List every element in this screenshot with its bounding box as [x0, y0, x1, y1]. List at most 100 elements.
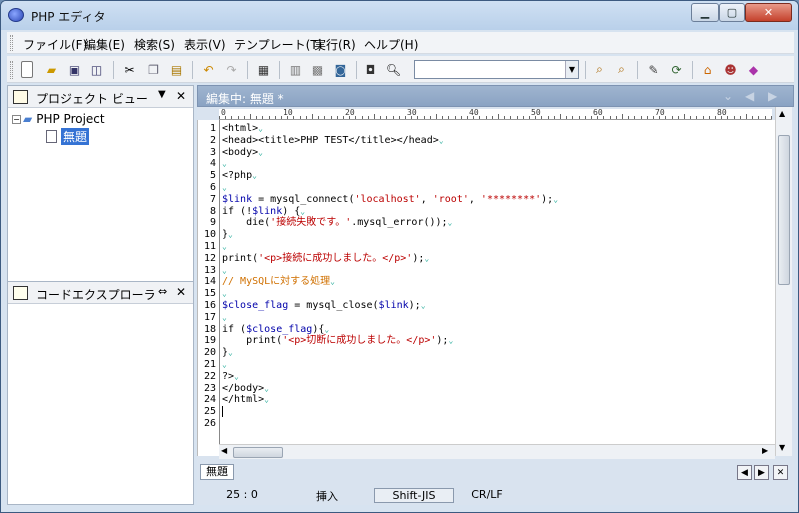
ruler-tick	[597, 116, 599, 119]
code-line: print('<p>切断に成功しました。</p>');⌄	[222, 335, 453, 347]
tree-file[interactable]: 無題	[46, 128, 90, 145]
menu-bar: ファイル(F) 編集(E) 検索(S) 表示(V) テンプレート(T) 実行(R…	[7, 32, 794, 54]
code-line: $link = mysql_connect('localhost', 'root…	[222, 194, 558, 206]
undo-icon[interactable]: ↶	[200, 61, 217, 78]
code-explorer-close-button[interactable]: ✕	[176, 285, 186, 299]
newline-marker-icon: ⌄	[420, 301, 426, 310]
menu-view[interactable]: 表示(V)	[184, 36, 226, 53]
maximize-button[interactable]: ▢	[719, 3, 745, 22]
ruler-tick	[764, 116, 766, 119]
tree-root[interactable]: − ▰ PHP Project	[12, 112, 105, 126]
code-line: <head><title>PHP TEST</title></head>⌄	[222, 135, 444, 147]
new-file-icon[interactable]	[21, 61, 33, 78]
project-view-close-button[interactable]: ✕	[176, 89, 186, 103]
ruler-tick	[529, 116, 530, 119]
edit-note-icon[interactable]: ✎	[645, 61, 662, 78]
home-icon[interactable]: ⌂	[699, 61, 716, 78]
run-icon[interactable]: ◙	[332, 61, 349, 78]
search-dropdown-arrow[interactable]: ▼	[565, 61, 578, 78]
menu-run[interactable]: 実行(R)	[314, 36, 356, 53]
scroll-right-icon[interactable]: ▶	[762, 446, 768, 455]
close-button[interactable]: ✕	[745, 3, 792, 22]
toolbar-separator	[113, 61, 114, 79]
project-view-header: プロジェクト ビュー ▼ ✕	[8, 86, 193, 108]
code-editor[interactable]: 1 2 3 4 5 6 7 8 9 10 11 12 13 14 15 16 17 18 19 20 21 22 23 24 2…	[197, 120, 775, 456]
horizontal-scrollbar[interactable]: ◀ ▶	[219, 444, 775, 459]
ruler-tick	[708, 116, 710, 119]
scroll-up-icon[interactable]: ▲	[779, 109, 785, 118]
save-icon[interactable]: ▣	[66, 61, 83, 78]
find-next-icon[interactable]: ⌕	[591, 61, 608, 78]
line-number: 18	[203, 323, 216, 335]
horizontal-scroll-thumb[interactable]	[233, 447, 283, 458]
ruler-tick	[274, 116, 276, 119]
back-arrow-icon[interactable]: ◀	[745, 89, 754, 103]
code-line: <body>⌄	[222, 147, 263, 159]
project-view-menu-button[interactable]: ▼	[158, 89, 166, 100]
vertical-scrollbar[interactable]: ▲ ▼	[775, 107, 792, 456]
document-tab[interactable]: 無題	[200, 464, 234, 480]
ruler-tick	[659, 116, 661, 119]
redo-icon[interactable]: ↷	[223, 61, 240, 78]
ruler-tick	[746, 114, 747, 119]
code-line: if ($close_flag){⌄	[222, 324, 329, 336]
tab-next-button[interactable]: ▶	[754, 465, 769, 480]
refresh-icon[interactable]: ⟳	[668, 61, 685, 78]
ruler-tick	[591, 116, 592, 119]
ruler-tick	[398, 116, 400, 119]
search-input[interactable]	[414, 60, 579, 79]
tab-close-button[interactable]: ✕	[773, 465, 788, 480]
menu-file[interactable]: ファイル(F)	[23, 36, 87, 53]
ruler-tick	[454, 116, 456, 119]
keyboard-icon[interactable]: ▦	[255, 61, 272, 78]
menu-search[interactable]: 検索(S)	[134, 36, 175, 53]
find-prev-icon[interactable]: ⌕	[613, 61, 630, 78]
book-icon[interactable]: ◆	[745, 61, 762, 78]
code-line: ⌄	[222, 182, 227, 194]
folder-icon: ▰	[23, 112, 33, 126]
find-icon[interactable]: 🔍︎	[385, 61, 402, 78]
menu-edit[interactable]: 編集(E)	[84, 36, 125, 53]
ruler-tick	[312, 114, 313, 119]
toolbar-separator	[637, 61, 638, 79]
menu-template[interactable]: テンプレート(T)	[234, 36, 322, 53]
menu-help[interactable]: ヘルプ(H)	[364, 36, 418, 53]
grid-icon[interactable]: ▩	[309, 61, 326, 78]
collapse-icon[interactable]: −	[12, 114, 21, 124]
ruler-tick	[231, 116, 233, 119]
cut-icon[interactable]: ✂	[121, 61, 138, 78]
code-line: ⌄	[222, 158, 227, 170]
save-all-icon[interactable]: ◫	[88, 61, 105, 78]
users-icon[interactable]: ☻	[722, 61, 739, 78]
code-line: </html>⌄	[222, 394, 269, 406]
ruler-tick	[411, 116, 413, 119]
code-line-text: <html>	[222, 123, 259, 134]
chevron-down-icon[interactable]: ⌄	[723, 89, 733, 103]
scroll-down-icon[interactable]: ▼	[779, 443, 785, 452]
tab-prev-button[interactable]: ◀	[737, 465, 752, 480]
code-explorer-header: コードエクスプローラ ⇔ ✕	[8, 282, 193, 304]
ruler-tick	[460, 116, 462, 119]
minimize-button[interactable]: ▁	[691, 3, 719, 22]
paste-icon[interactable]: ▤	[168, 61, 185, 78]
encoding[interactable]: Shift-JIS	[374, 488, 454, 503]
ruler-tick	[615, 116, 617, 119]
open-folder-icon[interactable]: ▰	[43, 61, 60, 78]
preview-icon[interactable]: ◘	[362, 61, 379, 78]
ruler-tick	[479, 116, 481, 119]
code-explorer-pin-button[interactable]: ⇔	[158, 285, 167, 298]
copy-icon[interactable]: ❐	[145, 61, 162, 78]
ruler-tick	[287, 116, 289, 119]
scroll-left-icon[interactable]: ◀	[221, 446, 227, 455]
line-number: 1	[209, 123, 216, 134]
vertical-scroll-thumb[interactable]	[778, 135, 790, 285]
ruler-tick	[640, 116, 642, 119]
ruler-tick	[653, 116, 654, 119]
project-view-title: プロジェクト ビュー	[36, 92, 148, 106]
ruler-tick	[547, 116, 549, 119]
ruler-tick	[436, 114, 437, 119]
ruler-tick	[361, 116, 363, 119]
template-icon[interactable]: ▥	[287, 61, 304, 78]
forward-arrow-icon[interactable]: ▶	[768, 89, 777, 103]
line-number: 23	[203, 382, 216, 394]
